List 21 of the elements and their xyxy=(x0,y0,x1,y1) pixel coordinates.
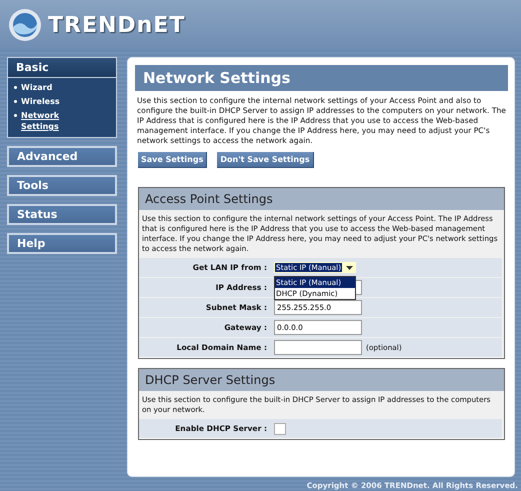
action-button[interactable]: Save Settings xyxy=(138,152,208,168)
checkbox[interactable] xyxy=(274,422,286,434)
input-field[interactable] xyxy=(274,340,362,355)
section-title: DHCP Server Settings xyxy=(139,369,504,391)
submenu-link[interactable]: Wizard xyxy=(21,82,71,93)
menu-button[interactable]: Tools xyxy=(7,175,117,196)
bullet-icon xyxy=(14,114,17,117)
submenu-link[interactable]: Network Settings xyxy=(21,110,71,132)
globe-logo-icon xyxy=(8,8,42,42)
bullet-icon xyxy=(14,86,17,89)
caret-icon xyxy=(344,266,356,270)
brand-logo: TRENDnET xyxy=(48,12,186,38)
submenu-link[interactable]: Wireless xyxy=(21,96,71,107)
bullet-icon xyxy=(14,100,17,103)
menu-button[interactable]: Advanced xyxy=(7,146,117,167)
menu-button[interactable]: Status xyxy=(7,204,117,225)
menu-header[interactable]: Basic xyxy=(8,58,116,78)
section-title: Access Point Settings xyxy=(139,188,504,210)
page-title: Network Settings xyxy=(135,65,508,91)
menu-button[interactable]: Help xyxy=(7,233,117,254)
action-button[interactable]: Don't Save Settings xyxy=(217,152,314,168)
